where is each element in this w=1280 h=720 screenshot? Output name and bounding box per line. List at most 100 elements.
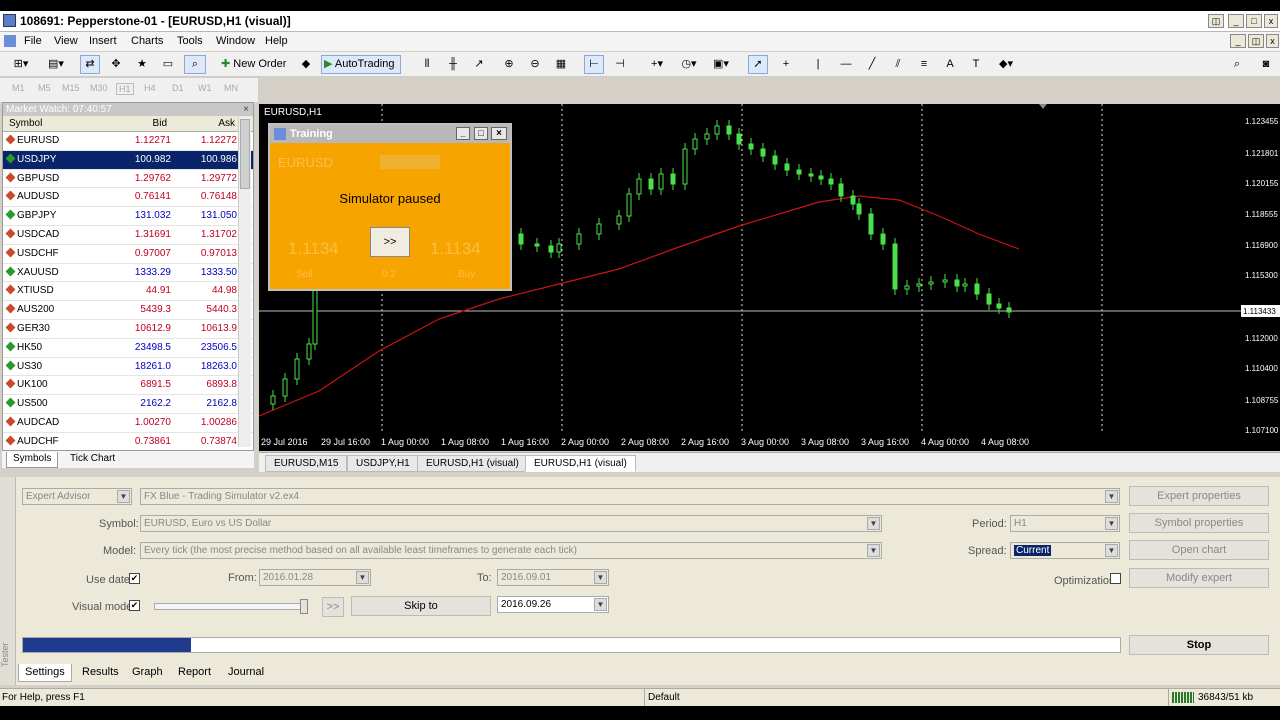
- market-watch-row[interactable]: AUDUSD 0.76141 0.76148: [3, 188, 253, 208]
- col-symbol-header[interactable]: Symbol: [9, 118, 42, 129]
- data-window-icon[interactable]: ✥: [106, 55, 126, 74]
- tf-w1[interactable]: W1: [198, 83, 212, 93]
- tf-mn[interactable]: MN: [224, 83, 238, 93]
- market-watch-row[interactable]: EURUSD 1.12271 1.12272: [3, 132, 253, 151]
- close-button[interactable]: x: [1264, 14, 1278, 28]
- zoom-in-icon[interactable]: ⊕: [500, 55, 518, 74]
- market-watch-row[interactable]: XTIUSD 44.91 44.98: [3, 282, 253, 302]
- market-watch-row[interactable]: GBPJPY 131.032 131.050: [3, 207, 253, 226]
- chart-tab-usdjpy-h1[interactable]: USDJPY,H1: [347, 455, 419, 472]
- training-minimize-button[interactable]: _: [456, 127, 470, 140]
- vertical-line-icon[interactable]: |: [808, 55, 828, 74]
- market-watch-close-icon[interactable]: ×: [243, 103, 249, 116]
- scrollbar-thumb[interactable]: [240, 119, 250, 189]
- terminal-icon[interactable]: ▭: [158, 55, 178, 74]
- training-close-button[interactable]: ×: [491, 127, 507, 140]
- zoom-out-icon[interactable]: ⊖: [526, 55, 544, 74]
- search-icon[interactable]: ⌕: [1228, 55, 1246, 74]
- tf-m15[interactable]: M15: [62, 83, 80, 93]
- candlestick-icon[interactable]: ╫: [444, 55, 462, 74]
- cursor-icon[interactable]: ➚: [748, 55, 768, 74]
- profiles-icon[interactable]: ▤▾: [42, 55, 70, 74]
- market-watch-row[interactable]: US500 2162.2 2162.8: [3, 395, 253, 414]
- tile-windows-icon[interactable]: ▦: [552, 55, 570, 74]
- strategy-tester-icon[interactable]: ⌕: [184, 55, 206, 74]
- tester-tab-journal[interactable]: Journal: [222, 664, 270, 682]
- chart-tab-eurusd-h1-visual-2[interactable]: EURUSD,H1 (visual): [525, 455, 636, 472]
- training-maximize-button[interactable]: □: [474, 127, 488, 140]
- chart-tab-eurusd-h1-visual-1[interactable]: EURUSD,H1 (visual): [417, 455, 528, 472]
- skip-to-button[interactable]: Skip to: [351, 596, 491, 616]
- tester-tab-report[interactable]: Report: [172, 664, 217, 682]
- trendline-icon[interactable]: ╱: [862, 55, 882, 74]
- modify-expert-button[interactable]: Modify expert: [1129, 568, 1269, 588]
- tester-tab-settings[interactable]: Settings: [18, 664, 72, 682]
- tf-m30[interactable]: M30: [90, 83, 108, 93]
- market-watch-row[interactable]: USDCHF 0.97007 0.97013: [3, 245, 253, 264]
- minimize-button[interactable]: _: [1228, 14, 1244, 28]
- market-watch-row[interactable]: AUDCAD 1.00270 1.00286: [3, 414, 253, 433]
- chat-icon[interactable]: ◙: [1256, 55, 1276, 74]
- tf-h4[interactable]: H4: [144, 83, 156, 93]
- templates-icon[interactable]: ▣▾: [708, 55, 734, 74]
- symbol-properties-button[interactable]: Symbol properties: [1129, 513, 1269, 533]
- market-watch-icon[interactable]: ⇄: [80, 55, 100, 74]
- market-watch-row[interactable]: UK100 6891.5 6893.8: [3, 376, 253, 396]
- child-restore-button[interactable]: ◫: [1248, 34, 1264, 48]
- tab-symbols[interactable]: Symbols: [6, 452, 59, 468]
- market-watch-row[interactable]: AUS200 5439.3 5440.3: [3, 301, 253, 320]
- equidistant-channel-icon[interactable]: ⫽: [888, 55, 908, 74]
- market-watch-row[interactable]: AUDCHF 0.73861 0.73874: [3, 433, 253, 452]
- skip-to-date-picker[interactable]: 2016.09.26 ▼: [497, 596, 609, 613]
- col-bid-header[interactable]: Bid: [103, 118, 167, 129]
- period-select[interactable]: H1 ▼: [1010, 515, 1120, 532]
- tf-h1[interactable]: H1: [116, 83, 134, 95]
- chart-tab-eurusd-m15[interactable]: EURUSD,M15: [265, 455, 348, 472]
- tester-tab-results[interactable]: Results: [76, 664, 125, 682]
- col-ask-header[interactable]: Ask: [171, 118, 235, 129]
- autotrading-button[interactable]: ▶ AutoTrading: [321, 55, 401, 74]
- from-date-picker[interactable]: 2016.01.28 ▼: [259, 569, 371, 586]
- market-watch-row[interactable]: XAUUSD 1333.29 1333.50: [3, 264, 253, 283]
- menu-tools[interactable]: Tools: [177, 35, 203, 47]
- chart-shift-icon[interactable]: ⊣: [610, 55, 630, 74]
- fibonacci-icon[interactable]: ≡: [914, 55, 934, 74]
- market-watch-row[interactable]: GER30 10612.9 10613.9: [3, 320, 253, 339]
- tf-m1[interactable]: M1: [12, 83, 25, 93]
- to-date-picker[interactable]: 2016.09.01 ▼: [497, 569, 609, 586]
- menu-window[interactable]: Window: [216, 35, 255, 47]
- periods-icon[interactable]: ◷▾: [676, 55, 702, 74]
- stop-button[interactable]: Stop: [1129, 635, 1269, 655]
- auto-scroll-icon[interactable]: ⊢: [584, 55, 604, 74]
- market-watch-row[interactable]: USDCAD 1.31691 1.31702: [3, 226, 253, 245]
- child-minimize-button[interactable]: _: [1230, 34, 1246, 48]
- text-label-icon[interactable]: T: [966, 55, 986, 74]
- use-date-checkbox[interactable]: ✔: [129, 573, 140, 584]
- resume-button[interactable]: >>: [370, 227, 410, 257]
- tab-tick-chart[interactable]: Tick Chart: [64, 452, 121, 468]
- menu-charts[interactable]: Charts: [131, 35, 163, 47]
- text-icon[interactable]: A: [940, 55, 960, 74]
- tf-d1[interactable]: D1: [172, 83, 184, 93]
- metaeditor-icon[interactable]: ◆: [296, 55, 316, 74]
- market-watch-row[interactable]: US30 18261.0 18263.0: [3, 358, 253, 377]
- menu-view[interactable]: View: [54, 35, 78, 47]
- tf-m5[interactable]: M5: [38, 83, 51, 93]
- symbol-select[interactable]: EURUSD, Euro vs US Dollar ▼: [140, 515, 882, 532]
- new-chart-icon[interactable]: ⊞▾: [6, 55, 36, 74]
- new-order-button[interactable]: ✚ New Order: [218, 55, 290, 74]
- market-watch-row[interactable]: HK50 23498.5 23506.5: [3, 339, 253, 358]
- tester-tab-graph[interactable]: Graph: [126, 664, 169, 682]
- visual-mode-checkbox[interactable]: ✔: [129, 600, 140, 611]
- speed-slider-handle[interactable]: [300, 599, 308, 614]
- spread-select[interactable]: Current ▼: [1010, 542, 1120, 559]
- menu-help[interactable]: Help: [265, 35, 288, 47]
- line-chart-icon[interactable]: ↗: [470, 55, 488, 74]
- speed-slider[interactable]: [154, 599, 308, 614]
- restore-icon[interactable]: ◫: [1208, 14, 1224, 28]
- crosshair-icon[interactable]: +: [776, 55, 796, 74]
- optimization-checkbox[interactable]: [1110, 573, 1121, 584]
- indicators-icon[interactable]: +▾: [644, 55, 670, 74]
- model-select[interactable]: Every tick (the most precise method base…: [140, 542, 882, 559]
- child-close-button[interactable]: x: [1266, 34, 1279, 48]
